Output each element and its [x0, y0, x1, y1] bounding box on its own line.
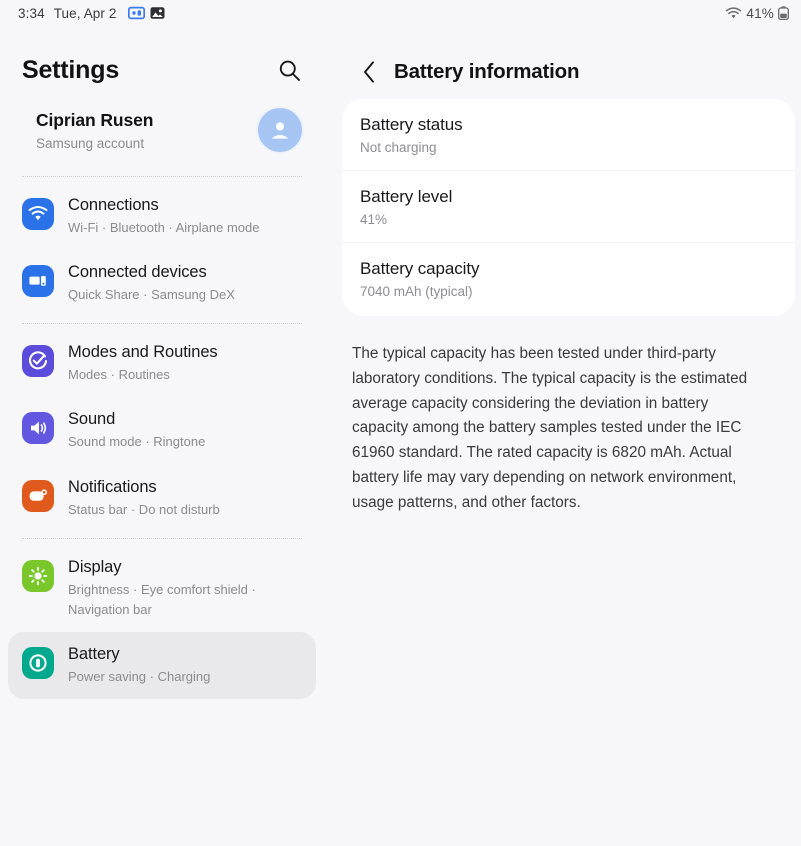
sidebar-item-label: Display — [68, 557, 122, 576]
wifi-icon — [22, 198, 54, 230]
battery-icon — [778, 6, 789, 20]
status-notification-icons — [128, 6, 165, 20]
sidebar-item-label: Sound — [68, 410, 116, 429]
wifi-icon — [725, 6, 742, 20]
display-brightness-icon — [22, 559, 54, 592]
sidebar-item-sub: Sound mode · Ringtone — [68, 434, 206, 450]
status-date: Tue, Apr 2 — [53, 5, 117, 21]
sidebar-item-connected-devices[interactable]: Connected devices Quick Share · Samsung … — [8, 250, 316, 317]
account-text: Ciprian Rusen Samsung account — [36, 110, 153, 151]
sidebar-header: Settings — [0, 26, 324, 92]
detail-title: Battery information — [394, 60, 580, 83]
sidebar-item-notifications[interactable]: Notifications Status bar · Do not distur… — [8, 465, 316, 532]
status-battery-percent: 41% — [746, 5, 774, 21]
battery-level-row[interactable]: Battery level 41% — [342, 170, 795, 242]
status-bar: 3:34 Tue, Apr 2 41% — [0, 0, 801, 26]
sidebar-item-sub: Quick Share · Samsung DeX — [68, 287, 235, 303]
sidebar-item-label: Notifications — [68, 477, 157, 496]
sidebar-item-text: Modes and Routines Modes · Routines — [68, 342, 218, 385]
account-row[interactable]: Ciprian Rusen Samsung account — [0, 92, 324, 170]
sidebar-item-text: Sound Sound mode · Ringtone — [68, 409, 205, 452]
person-avatar-icon — [271, 122, 289, 139]
settings-screen: 3:34 Tue, Apr 2 41% Settings Ciprian Rus… — [0, 0, 801, 846]
battery-capacity-row[interactable]: Battery capacity 7040 mAh (typical) — [342, 242, 795, 314]
settings-sidebar: Settings Ciprian Rusen Samsung account C… — [0, 26, 334, 846]
row-value: Not charging — [360, 140, 437, 155]
search-icon[interactable] — [272, 53, 306, 87]
row-label: Battery status — [360, 115, 463, 134]
account-name: Ciprian Rusen — [36, 109, 154, 130]
gallery-image-icon — [150, 6, 165, 20]
modes-routines-icon — [22, 345, 54, 378]
row-label: Battery level — [360, 187, 453, 206]
page-title: Settings — [22, 55, 120, 84]
connected-devices-icon — [22, 265, 54, 298]
divider-bottom — [22, 537, 302, 539]
sidebar-item-sub: Power saving · Charging — [68, 668, 211, 684]
battery-capacity-note: The typical capacity has been tested und… — [352, 345, 748, 511]
sidebar-item-display[interactable]: Display Brightness · Eye comfort shield … — [8, 545, 316, 632]
status-bar-left: 3:34 Tue, Apr 2 — [18, 6, 165, 21]
sidebar-item-sub: Status bar · Do not disturb — [68, 501, 220, 517]
dex-device-icon — [128, 6, 146, 20]
row-value: 7040 mAh (typical) — [360, 284, 473, 299]
avatar[interactable] — [258, 108, 302, 152]
sidebar-item-sound[interactable]: Sound Sound mode · Ringtone — [8, 397, 316, 464]
account-subtitle: Samsung account — [36, 135, 145, 151]
sidebar-item-connections[interactable]: Connections Wi-Fi · Bluetooth · Airplane… — [8, 183, 316, 250]
sidebar-item-sub: Wi-Fi · Bluetooth · Airplane mode — [68, 220, 260, 235]
sidebar-item-text: Display Brightness · Eye comfort shield … — [68, 557, 296, 620]
sidebar-item-label: Battery — [68, 644, 120, 663]
sidebar-item-sub: Brightness · Eye comfort shield · Naviga… — [68, 581, 256, 617]
sidebar-item-text: Connected devices Quick Share · Samsung … — [68, 262, 235, 305]
sidebar-item-label: Connected devices — [68, 263, 207, 282]
sidebar-item-modes-and-routines[interactable]: Modes and Routines Modes · Routines — [8, 330, 316, 397]
chevron-left-icon[interactable] — [356, 57, 382, 87]
sidebar-item-text: Notifications Status bar · Do not distur… — [68, 477, 220, 520]
battery-circle-icon — [22, 646, 54, 679]
sidebar-item-label: Modes and Routines — [68, 343, 218, 362]
sidebar-item-sub: Modes · Routines — [68, 367, 170, 383]
detail-header: Battery information — [334, 26, 801, 92]
content-area: Settings Ciprian Rusen Samsung account C… — [0, 26, 801, 846]
sidebar-item-label: Connections — [68, 196, 159, 214]
sidebar-item-text: Battery Power saving · Charging — [68, 644, 210, 687]
battery-status-row[interactable]: Battery status Not charging — [342, 99, 795, 170]
row-label: Battery capacity — [360, 259, 480, 278]
battery-info-card: Battery status Not charging Battery leve… — [342, 99, 795, 316]
divider-top — [22, 176, 302, 177]
row-value: 41% — [360, 212, 388, 227]
notifications-icon — [22, 479, 54, 512]
status-bar-right: 41% — [725, 6, 789, 21]
sidebar-item-text: Connections Wi-Fi · Bluetooth · Airplane… — [68, 195, 259, 238]
sound-speaker-icon — [22, 412, 54, 445]
status-time: 3:34 — [18, 5, 45, 21]
battery-information-pane: Battery information Battery status Not c… — [334, 26, 801, 846]
sidebar-item-battery[interactable]: Battery Power saving · Charging — [8, 631, 316, 700]
divider-middle — [22, 323, 302, 325]
